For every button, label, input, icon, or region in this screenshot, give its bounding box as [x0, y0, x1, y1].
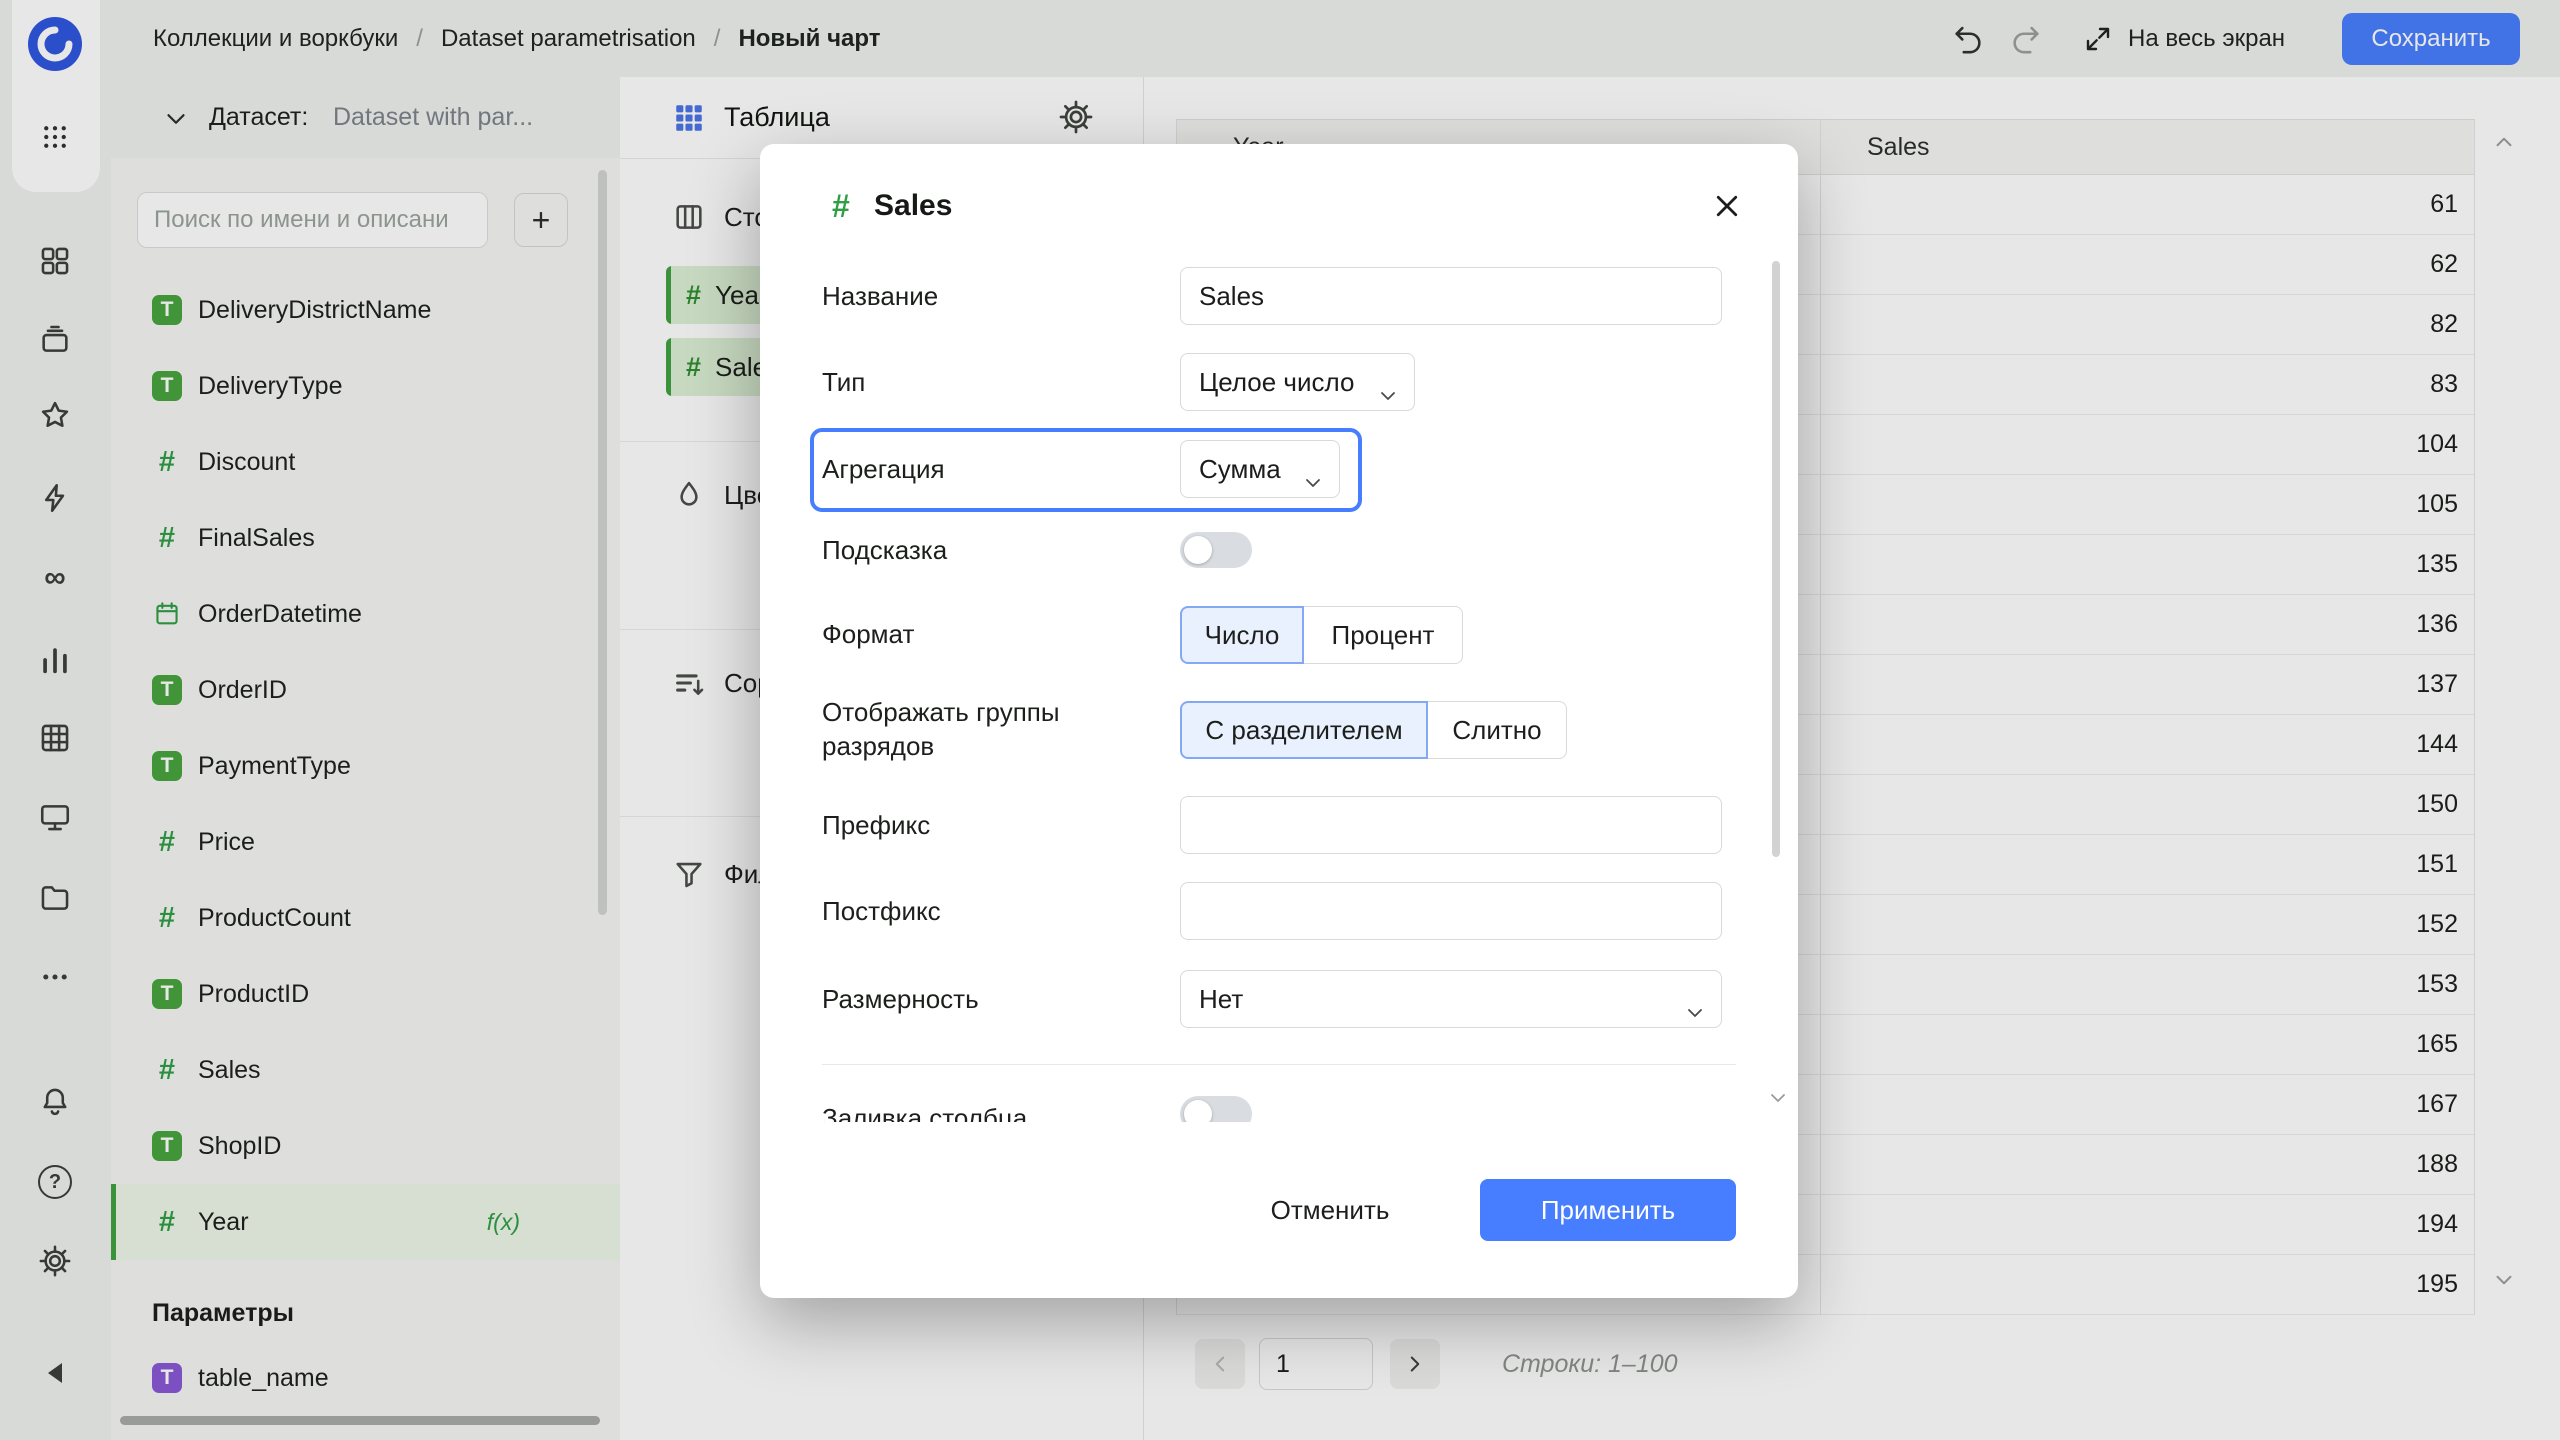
column-fill-label: Заливка столбца — [822, 1101, 1027, 1122]
aggregation-select-value: Сумма — [1199, 454, 1281, 484]
toggle-knob — [1184, 536, 1212, 564]
close-icon[interactable] — [1704, 184, 1750, 228]
digit-groups-separator-option[interactable]: С разделителем — [1180, 701, 1428, 759]
dimension-select-value: Нет — [1199, 984, 1243, 1014]
prefix-input[interactable] — [1180, 796, 1722, 854]
aggregation-select[interactable]: Сумма — [1180, 440, 1340, 498]
dimension-label: Размерность — [822, 982, 979, 1016]
chevron-down-icon — [1301, 458, 1325, 514]
dialog-title: Sales — [874, 184, 952, 228]
option-label: Процент — [1332, 620, 1435, 651]
tooltip-toggle[interactable] — [1180, 532, 1252, 568]
digit-groups-label: Отображать группы разрядов — [822, 695, 1112, 763]
chevron-down-icon — [1683, 988, 1707, 1044]
option-label: С разделителем — [1205, 715, 1402, 746]
apply-button[interactable]: Применить — [1480, 1179, 1736, 1241]
name-input[interactable] — [1180, 267, 1722, 325]
dimension-select[interactable]: Нет — [1180, 970, 1722, 1028]
number-type-icon: # — [832, 184, 850, 228]
format-label: Формат — [822, 617, 914, 651]
option-label: Число — [1205, 620, 1280, 651]
clipped-scroll-content: Заливка столбца — [760, 1084, 1798, 1122]
format-percent-option[interactable]: Процент — [1303, 606, 1463, 664]
postfix-label: Постфикс — [822, 894, 941, 928]
prefix-label: Префикс — [822, 808, 930, 842]
format-number-option[interactable]: Число — [1180, 606, 1304, 664]
postfix-input[interactable] — [1180, 882, 1722, 940]
type-select-value: Целое число — [1199, 367, 1354, 397]
name-label: Название — [822, 279, 938, 313]
type-label: Тип — [822, 365, 865, 399]
digit-groups-nosep-option[interactable]: Слитно — [1427, 701, 1567, 759]
divider — [822, 1064, 1736, 1065]
cancel-label: Отменить — [1271, 1195, 1390, 1225]
chevron-down-icon — [1376, 371, 1400, 427]
toggle-knob — [1184, 1100, 1212, 1122]
type-select[interactable]: Целое число — [1180, 353, 1415, 411]
cancel-button[interactable]: Отменить — [1260, 1179, 1400, 1241]
modal-scrollbar-thumb[interactable] — [1772, 261, 1780, 857]
column-fill-toggle[interactable] — [1180, 1096, 1252, 1122]
apply-label: Применить — [1541, 1195, 1675, 1225]
tooltip-label: Подсказка — [822, 533, 947, 567]
app-window: Коллекции и воркбуки / Dataset parametri… — [0, 0, 2560, 1440]
scroll-down-icon[interactable] — [1766, 1086, 1790, 1110]
option-label: Слитно — [1452, 715, 1541, 746]
field-settings-dialog: # Sales Название Тип Целое число Агрегац… — [760, 144, 1798, 1298]
aggregation-label: Агрегация — [822, 452, 945, 486]
